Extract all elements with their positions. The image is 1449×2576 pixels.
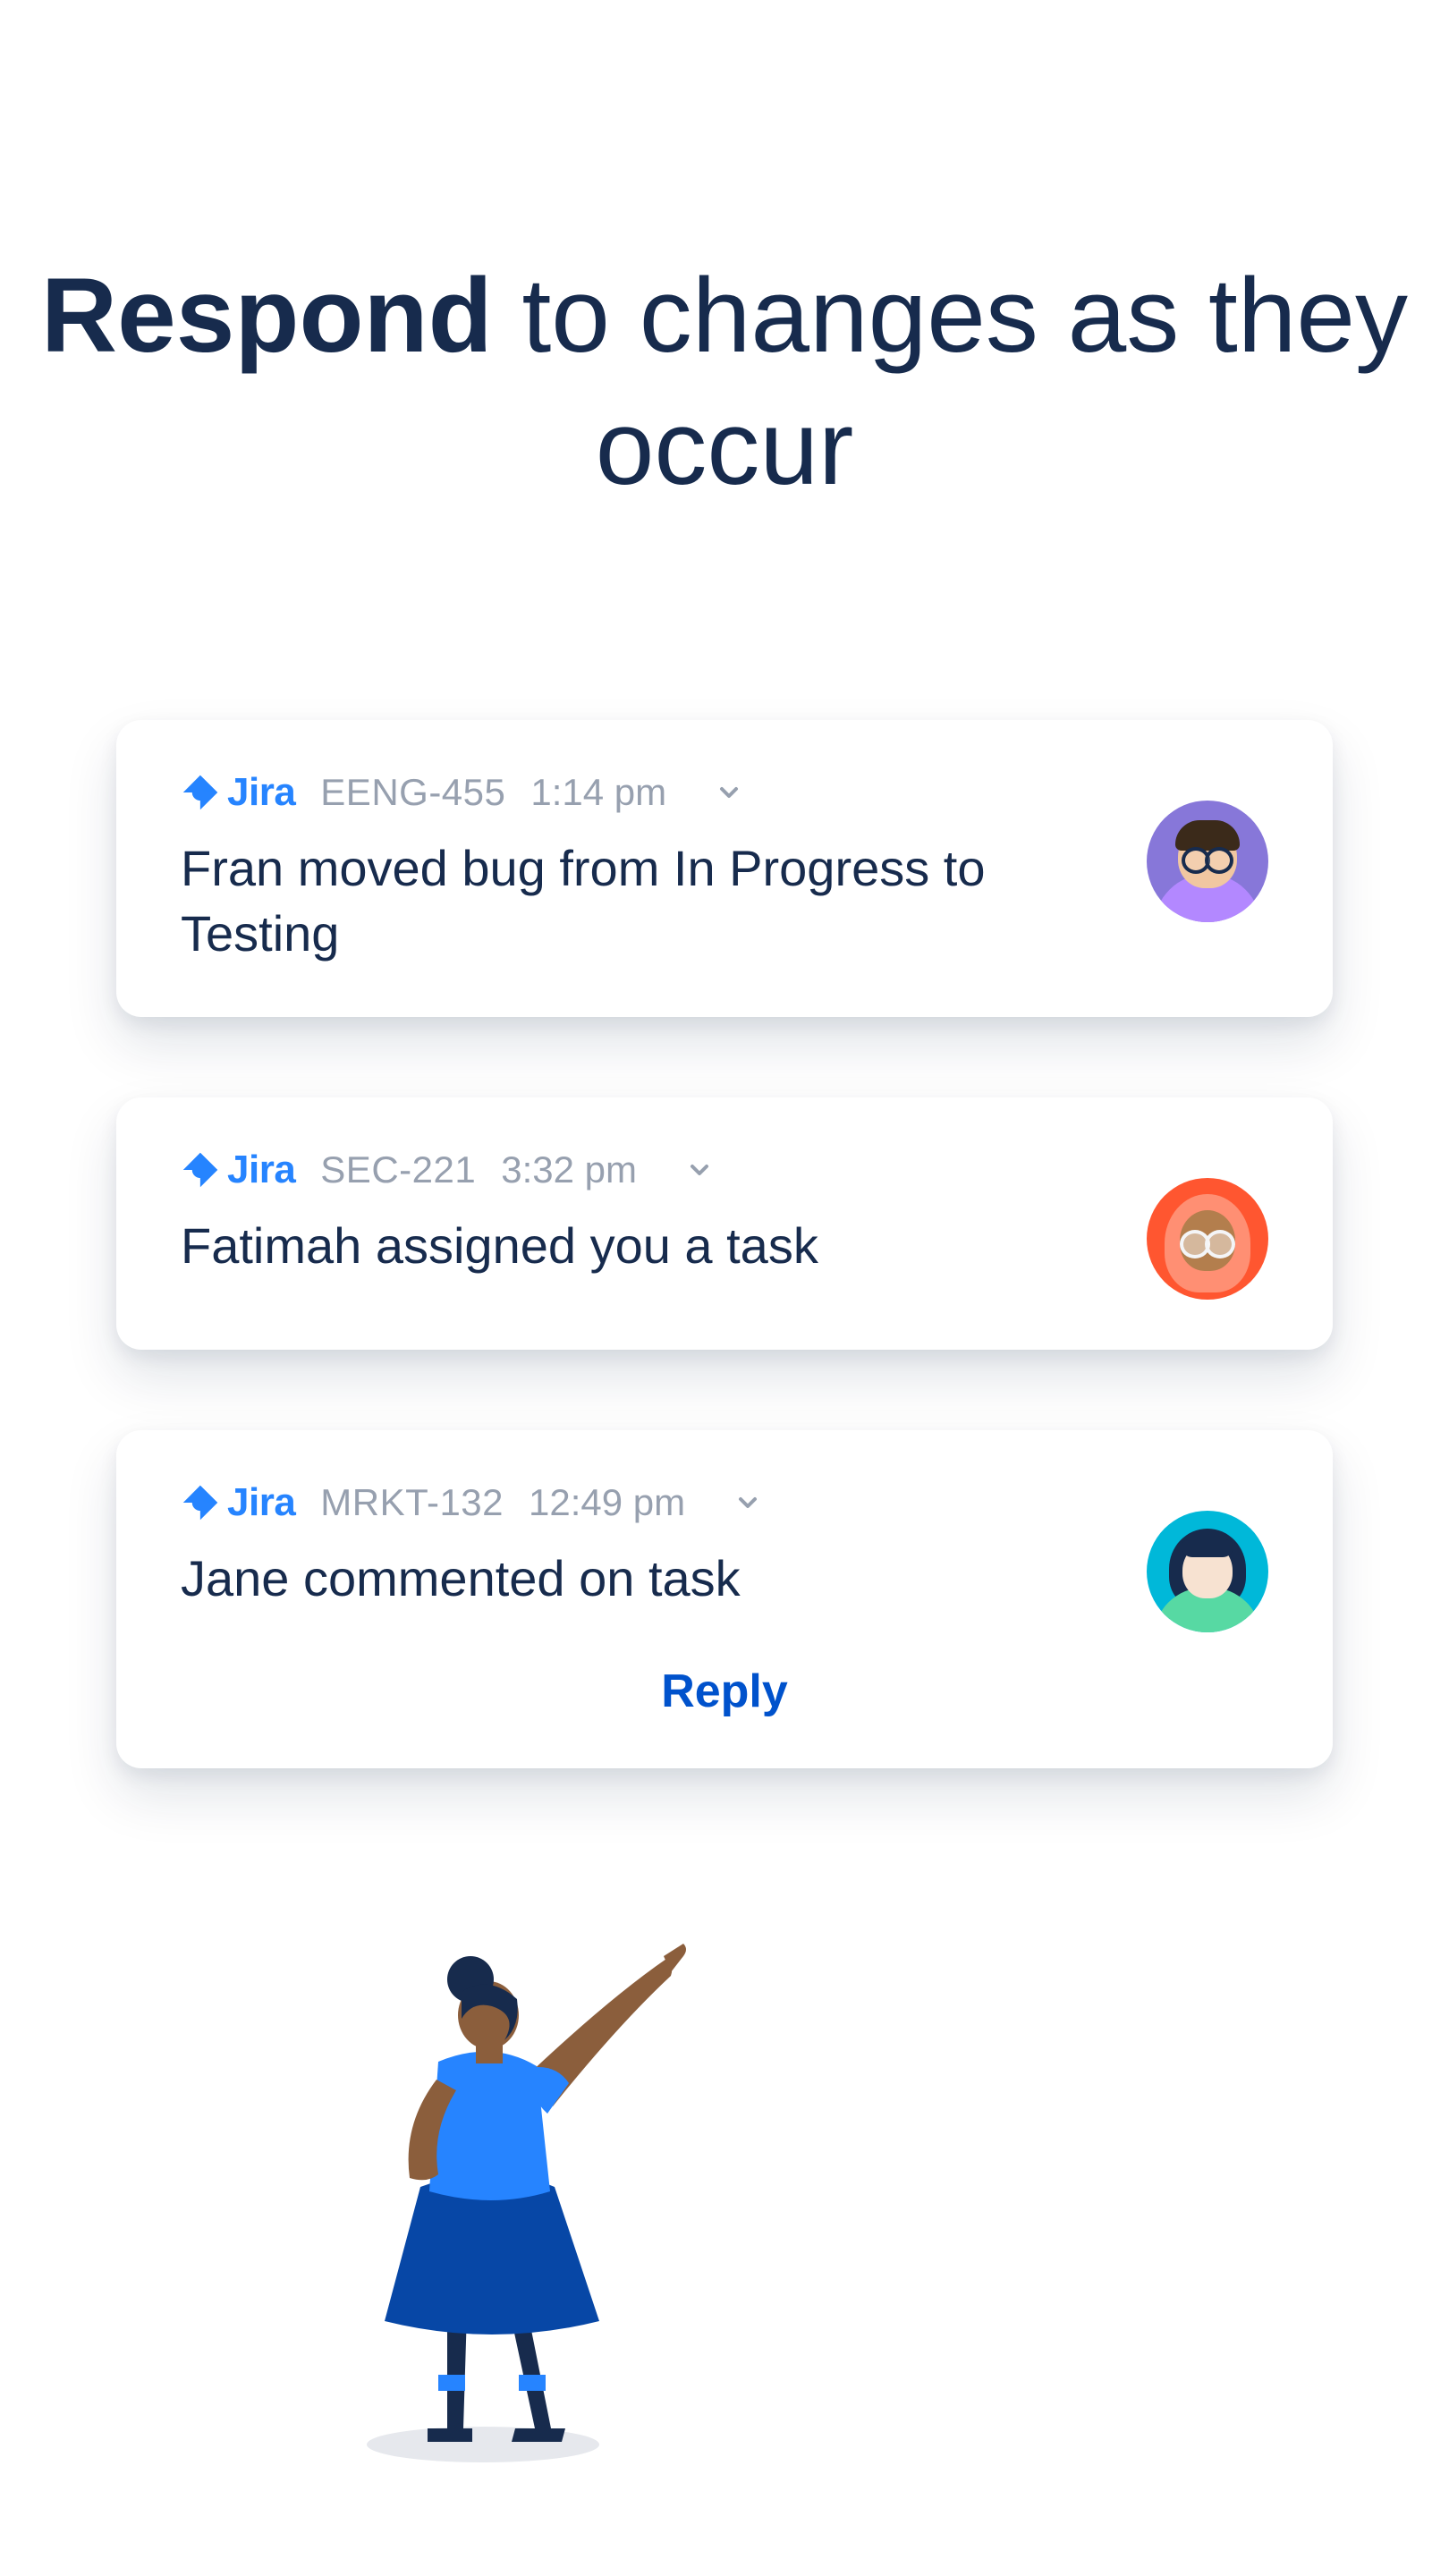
notification-message: Jane commented on task xyxy=(181,1546,741,1612)
card-body: Fatimah assigned you a task xyxy=(181,1214,1268,1300)
notification-message: Fran moved bug from In Progress to Testi… xyxy=(181,836,1075,967)
notification-time: 3:32 pm xyxy=(501,1148,637,1191)
chevron-down-icon[interactable] xyxy=(709,773,749,812)
ticket-id: SEC-221 xyxy=(320,1148,476,1191)
notification-time: 12:49 pm xyxy=(529,1481,685,1524)
card-actions: Reply xyxy=(181,1665,1268,1718)
chevron-down-icon[interactable] xyxy=(680,1150,719,1190)
jira-icon xyxy=(181,773,220,812)
app-name: Jira xyxy=(227,770,295,815)
headline-rest: to changes as they occur xyxy=(493,257,1408,507)
jira-logo: Jira xyxy=(181,1480,295,1525)
chevron-down-icon[interactable] xyxy=(728,1483,767,1522)
notification-time: 1:14 pm xyxy=(530,771,666,814)
app-name: Jira xyxy=(227,1480,295,1525)
ticket-id: EENG-455 xyxy=(320,771,505,814)
jira-icon xyxy=(181,1150,220,1190)
jira-logo: Jira xyxy=(181,1148,295,1192)
notification-list: Jira EENG-455 1:14 pm Fran moved bug fro… xyxy=(0,720,1449,1768)
jira-logo: Jira xyxy=(181,770,295,815)
notification-message: Fatimah assigned you a task xyxy=(181,1214,818,1279)
card-body: Fran moved bug from In Progress to Testi… xyxy=(181,836,1268,967)
ticket-id: MRKT-132 xyxy=(320,1481,504,1524)
person-illustration xyxy=(313,1892,689,2464)
page-headline: Respond to changes as they occur xyxy=(0,0,1449,514)
card-header: Jira EENG-455 1:14 pm xyxy=(181,770,1268,815)
card-header: Jira MRKT-132 12:49 pm xyxy=(181,1480,1268,1525)
headline-bold: Respond xyxy=(41,257,493,375)
page: Respond to changes as they occur Jira EE… xyxy=(0,0,1449,2576)
jira-icon xyxy=(181,1483,220,1522)
notification-card[interactable]: Jira EENG-455 1:14 pm Fran moved bug fro… xyxy=(116,720,1333,1017)
notification-card[interactable]: Jira SEC-221 3:32 pm Fatimah assigned yo… xyxy=(116,1097,1333,1350)
app-name: Jira xyxy=(227,1148,295,1192)
card-header: Jira SEC-221 3:32 pm xyxy=(181,1148,1268,1192)
avatar xyxy=(1147,801,1268,922)
avatar xyxy=(1147,1178,1268,1300)
reply-button[interactable]: Reply xyxy=(661,1665,788,1717)
notification-card[interactable]: Jira MRKT-132 12:49 pm Jane commented on… xyxy=(116,1430,1333,1768)
avatar xyxy=(1147,1511,1268,1632)
card-body: Jane commented on task xyxy=(181,1546,1268,1632)
